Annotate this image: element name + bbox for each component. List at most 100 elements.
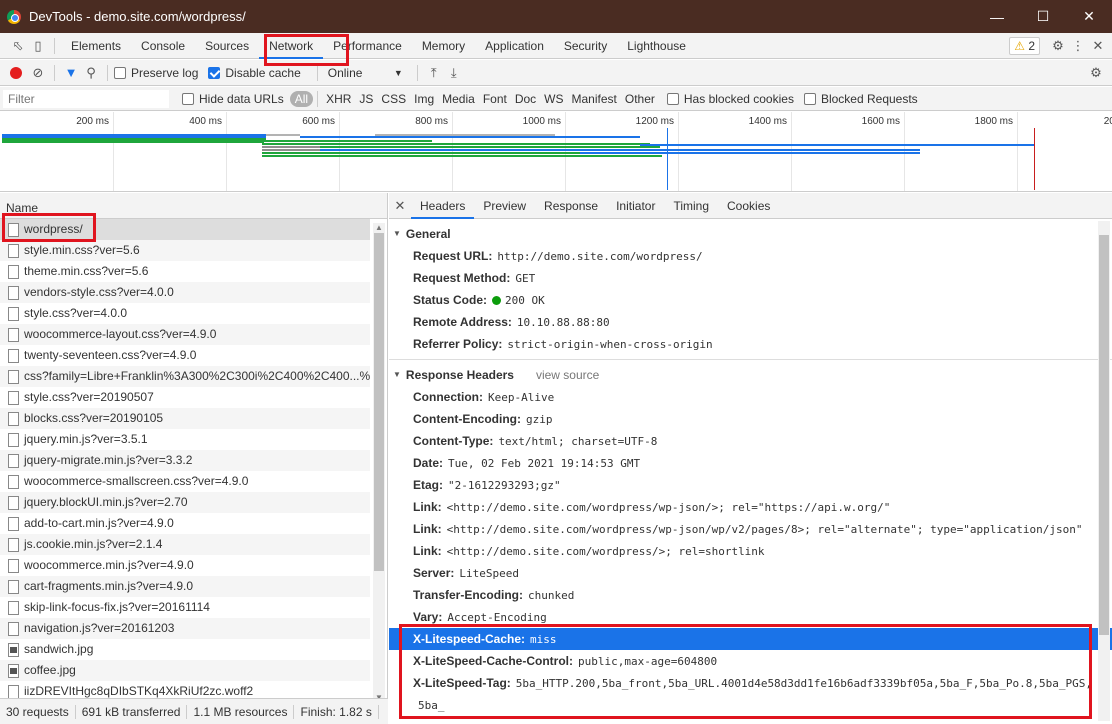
details-scrollbar[interactable] <box>1098 221 1110 721</box>
settings-gear-icon[interactable]: ⚙ <box>1048 36 1068 56</box>
header-row[interactable]: Etag: "2-1612293293;gz" <box>389 474 1112 496</box>
header-row[interactable]: Date: Tue, 02 Feb 2021 19:14:53 GMT <box>389 452 1112 474</box>
header-row[interactable]: Content-Type: text/html; charset=UTF-8 <box>389 430 1112 452</box>
header-row[interactable]: Link: <http://demo.site.com/wordpress/wp-… <box>389 518 1112 540</box>
request-row[interactable]: woocommerce.min.js?ver=4.9.0 <box>0 555 370 576</box>
request-row[interactable]: js.cookie.min.js?ver=2.1.4 <box>0 534 370 555</box>
disable-cache-checkbox[interactable]: Disable cache <box>208 66 301 80</box>
filter-type-media[interactable]: Media <box>438 92 479 106</box>
tab-elements[interactable]: Elements <box>61 33 131 59</box>
record-icon[interactable] <box>10 66 22 79</box>
filter-type-all[interactable]: All <box>289 90 314 107</box>
filter-type-js[interactable]: JS <box>355 92 377 106</box>
blocked-requests-checkbox[interactable]: Blocked Requests <box>803 92 918 106</box>
inspect-element-icon[interactable]: ⬁ <box>8 36 28 56</box>
request-list-scrollbar[interactable]: ▲ ▼ <box>373 223 385 698</box>
filter-type-manifest[interactable]: Manifest <box>568 92 621 106</box>
request-row[interactable]: style.css?ver=20190507 <box>0 387 370 408</box>
tab-cookies[interactable]: Cookies <box>718 193 779 219</box>
filter-funnel-icon[interactable]: ▼ <box>61 63 81 83</box>
close-window-button[interactable]: ✕ <box>1066 0 1112 33</box>
device-toolbar-icon[interactable]: ▯ <box>28 36 48 56</box>
request-row[interactable]: vendors-style.css?ver=4.0.0 <box>0 282 370 303</box>
header-row[interactable]: Request URL: http://demo.site.com/wordpre… <box>389 245 1112 267</box>
header-row[interactable]: Status Code: 200 OK <box>389 289 1112 311</box>
request-row[interactable]: coffee.jpg <box>0 660 370 681</box>
export-har-icon[interactable]: ⤓ <box>444 63 464 83</box>
scroll-up-icon[interactable]: ▲ <box>373 223 385 233</box>
request-row[interactable]: theme.min.css?ver=5.6 <box>0 261 370 282</box>
header-row[interactable]: Request Method: GET <box>389 267 1112 289</box>
request-row[interactable]: iizDREVItHgc8qDIbSTKq4XkRiUf2zc.woff2 <box>0 681 370 698</box>
header-row[interactable]: Vary: Accept-Encoding <box>389 606 1112 628</box>
tab-network[interactable]: Network <box>259 33 324 59</box>
request-row[interactable]: css?family=Libre+Franklin%3A300%2C300i%2… <box>0 366 370 387</box>
request-row[interactable]: twenty-seventeen.css?ver=4.9.0 <box>0 345 370 366</box>
general-section-header[interactable]: ▼ General <box>389 223 1112 245</box>
header-row[interactable]: Content-Encoding: gzip <box>389 408 1112 430</box>
tab-console[interactable]: Console <box>131 33 195 59</box>
request-row[interactable]: jquery.min.js?ver=3.5.1 <box>0 429 370 450</box>
header-row[interactable]: Link: <http://demo.site.com/wordpress/wp-… <box>389 496 1112 518</box>
close-devtools-icon[interactable]: ✕ <box>1088 36 1108 56</box>
tab-response[interactable]: Response <box>535 193 607 219</box>
tab-security[interactable]: Security <box>554 33 617 59</box>
filter-type-ws[interactable]: WS <box>540 92 567 106</box>
more-menu-icon[interactable]: ⋮ <box>1068 36 1088 56</box>
throttle-select[interactable]: Online ▼ <box>328 66 403 80</box>
request-row[interactable]: navigation.js?ver=20161203 <box>0 618 370 639</box>
header-row[interactable]: X-LiteSpeed-Cache-Control: public,max-age… <box>389 650 1112 672</box>
tab-memory[interactable]: Memory <box>412 33 475 59</box>
view-source-link[interactable]: view source <box>536 364 599 386</box>
request-row[interactable]: jquery-migrate.min.js?ver=3.3.2 <box>0 450 370 471</box>
network-overview-timeline[interactable]: 200 ms 400 ms 600 ms 800 ms 1000 ms 1200 ms 14… <box>0 112 1112 192</box>
header-row[interactable]: 5ba_ <box>389 694 1112 716</box>
request-row[interactable]: wordpress/ <box>0 219 370 240</box>
name-column-header[interactable]: Name <box>0 193 387 219</box>
header-row[interactable]: X-Litespeed-Cache: miss <box>389 628 1112 650</box>
tab-lighthouse[interactable]: Lighthouse <box>617 33 696 59</box>
tab-application[interactable]: Application <box>475 33 554 59</box>
tab-initiator[interactable]: Initiator <box>607 193 664 219</box>
request-row[interactable]: skip-link-focus-fix.js?ver=20161114 <box>0 597 370 618</box>
close-details-icon[interactable]: ✕ <box>389 198 411 214</box>
header-row[interactable]: Transfer-Encoding: chunked <box>389 584 1112 606</box>
header-row[interactable]: X-LiteSpeed-Tag: 5ba_HTTP.200,5ba_front,5… <box>389 672 1112 694</box>
header-row[interactable]: Link: <http://demo.site.com/wordpress/>; … <box>389 540 1112 562</box>
header-row[interactable]: Referrer Policy: strict-origin-when-cross… <box>389 333 1112 355</box>
request-row[interactable]: woocommerce-smallscreen.css?ver=4.9.0 <box>0 471 370 492</box>
request-row[interactable]: style.min.css?ver=5.6 <box>0 240 370 261</box>
tab-performance[interactable]: Performance <box>323 33 412 59</box>
search-icon[interactable]: ⚲ <box>81 63 101 83</box>
filter-type-doc[interactable]: Doc <box>511 92 540 106</box>
filter-input[interactable] <box>2 88 170 109</box>
request-row[interactable]: woocommerce-layout.css?ver=4.9.0 <box>0 324 370 345</box>
header-row[interactable]: Remote Address: 10.10.88.88:80 <box>389 311 1112 333</box>
hide-data-urls-checkbox[interactable]: Hide data URLs <box>182 92 284 106</box>
has-blocked-cookies-checkbox[interactable]: Has blocked cookies <box>666 92 794 106</box>
import-har-icon[interactable]: ⤒ <box>424 63 444 83</box>
request-row[interactable]: blocks.css?ver=20190105 <box>0 408 370 429</box>
minimize-button[interactable]: — <box>974 0 1020 33</box>
request-row[interactable]: style.css?ver=4.0.0 <box>0 303 370 324</box>
request-row[interactable]: cart-fragments.min.js?ver=4.9.0 <box>0 576 370 597</box>
maximize-button[interactable]: ☐ <box>1020 0 1066 33</box>
header-row[interactable]: Server: LiteSpeed <box>389 562 1112 584</box>
tab-preview[interactable]: Preview <box>474 193 535 219</box>
filter-type-img[interactable]: Img <box>410 92 438 106</box>
response-headers-section-header[interactable]: ▼ Response Headers view source <box>389 364 1112 386</box>
request-row[interactable]: add-to-cart.min.js?ver=4.9.0 <box>0 513 370 534</box>
request-row[interactable]: sandwich.jpg <box>0 639 370 660</box>
filter-type-css[interactable]: CSS <box>377 92 410 106</box>
preserve-log-checkbox[interactable]: Preserve log <box>114 66 198 80</box>
tab-headers[interactable]: Headers <box>411 193 475 219</box>
tab-timing[interactable]: Timing <box>664 193 718 219</box>
network-settings-gear-icon[interactable]: ⚙ <box>1086 63 1106 83</box>
filter-type-font[interactable]: Font <box>479 92 511 106</box>
header-row[interactable]: Connection: Keep-Alive <box>389 386 1112 408</box>
warnings-badge[interactable]: ⚠ 2 <box>1009 36 1040 55</box>
filter-type-xhr[interactable]: XHR <box>322 92 355 106</box>
tab-sources[interactable]: Sources <box>195 33 259 59</box>
filter-type-other[interactable]: Other <box>621 92 659 106</box>
clear-icon[interactable]: ⊘ <box>28 63 48 83</box>
